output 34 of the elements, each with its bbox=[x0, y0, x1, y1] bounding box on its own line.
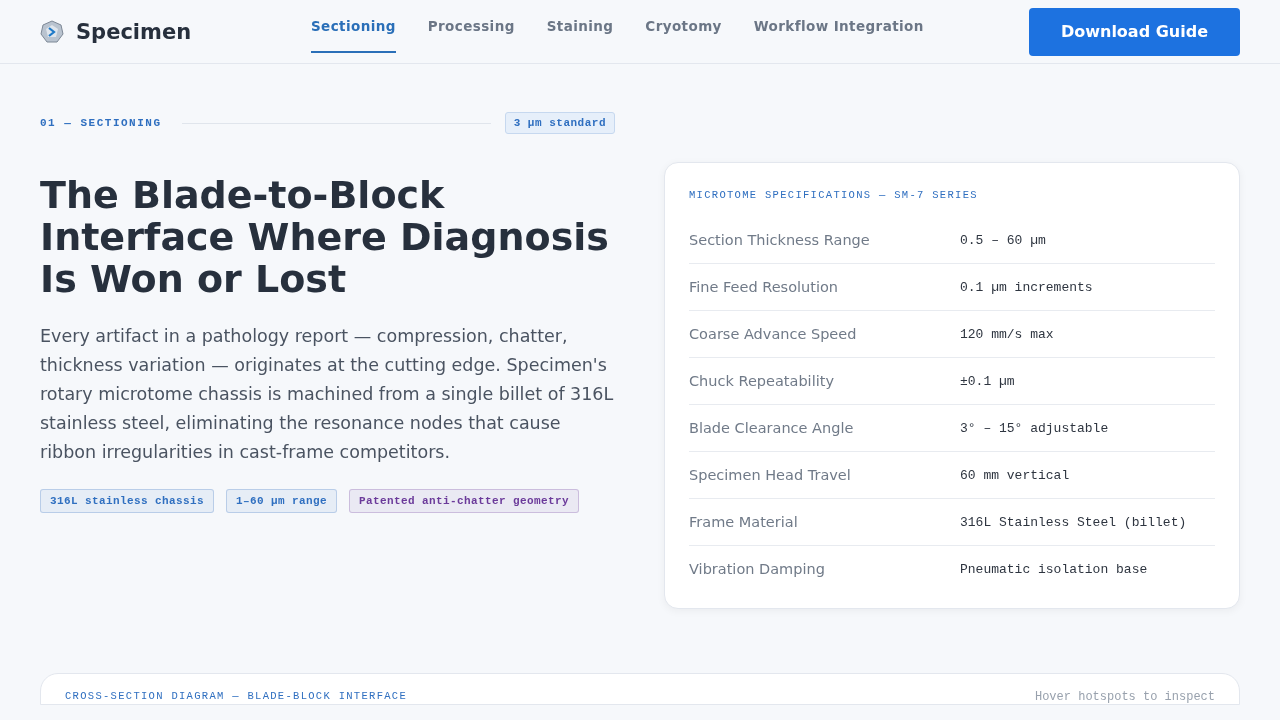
spec-name: Specimen Head Travel bbox=[689, 467, 852, 483]
spec-name: Vibration Damping bbox=[689, 561, 826, 577]
section-label: 01 — SECTIONING bbox=[40, 117, 162, 129]
spec-value: 3° – 15° adjustable bbox=[960, 420, 1109, 436]
feature-tag: 316L stainless chassis bbox=[40, 489, 215, 513]
spec-name: Fine Feed Resolution bbox=[689, 279, 839, 295]
spec-value: ±0.1 µm bbox=[960, 373, 1015, 389]
diagram-hint: Hover hotspots to inspect bbox=[1034, 690, 1215, 704]
standard-badge: 3 µm standard bbox=[504, 112, 615, 134]
spec-value: 316L Stainless Steel (billet) bbox=[960, 514, 1187, 530]
nav-tab[interactable]: Cryotomy bbox=[645, 1, 722, 53]
nav-tab[interactable]: Workflow Integration bbox=[753, 1, 924, 53]
spec-name: Frame Material bbox=[689, 514, 799, 530]
nav-tab[interactable]: Processing bbox=[427, 1, 515, 53]
spec-value: 0.5 – 60 µm bbox=[960, 232, 1046, 248]
spec-name: Section Thickness Range bbox=[689, 232, 871, 248]
nav-tab[interactable]: Sectioning bbox=[311, 1, 396, 53]
download-button[interactable]: Download Guide bbox=[1028, 7, 1240, 56]
spec-value: Pneumatic isolation base bbox=[960, 561, 1148, 577]
brand-name: Specimen bbox=[76, 19, 192, 44]
logo-icon bbox=[40, 19, 64, 44]
diagram-title: CROSS-SECTION DIAGRAM — BLADE-BLOCK INTERFACE bbox=[65, 690, 408, 704]
spec-value: 0.1 µm increments bbox=[960, 279, 1093, 295]
nav-tab[interactable]: Staining bbox=[546, 1, 614, 53]
spec-name: Coarse Advance Speed bbox=[689, 326, 858, 342]
feature-tag: Patented anti-chatter geometry bbox=[349, 489, 580, 513]
card-title: MICROTOME SPECIFICATIONS — SM-7 SERIES bbox=[689, 189, 979, 201]
spec-value: 60 mm vertical bbox=[960, 467, 1070, 483]
page-heading: The Blade-to-Block Interface Where Diagnosis Is Won or Lost bbox=[40, 174, 610, 300]
spec-name: Blade Clearance Angle bbox=[689, 420, 855, 436]
spec-name: Chuck Repeatability bbox=[689, 373, 835, 389]
intro-paragraph: Every artifact in a pathology report — compression, chatter, thickness variation — originates at the cutting edge. Specimen's rotary microtome chassis is machined from a single billet of 316L stainless steel, eliminating the resonance nodes that cause ribbon irregularities in cast-frame competitors. bbox=[40, 325, 615, 464]
spec-value: 120 mm/s max bbox=[960, 326, 1054, 342]
feature-tag: 1–60 µm range bbox=[226, 489, 338, 513]
